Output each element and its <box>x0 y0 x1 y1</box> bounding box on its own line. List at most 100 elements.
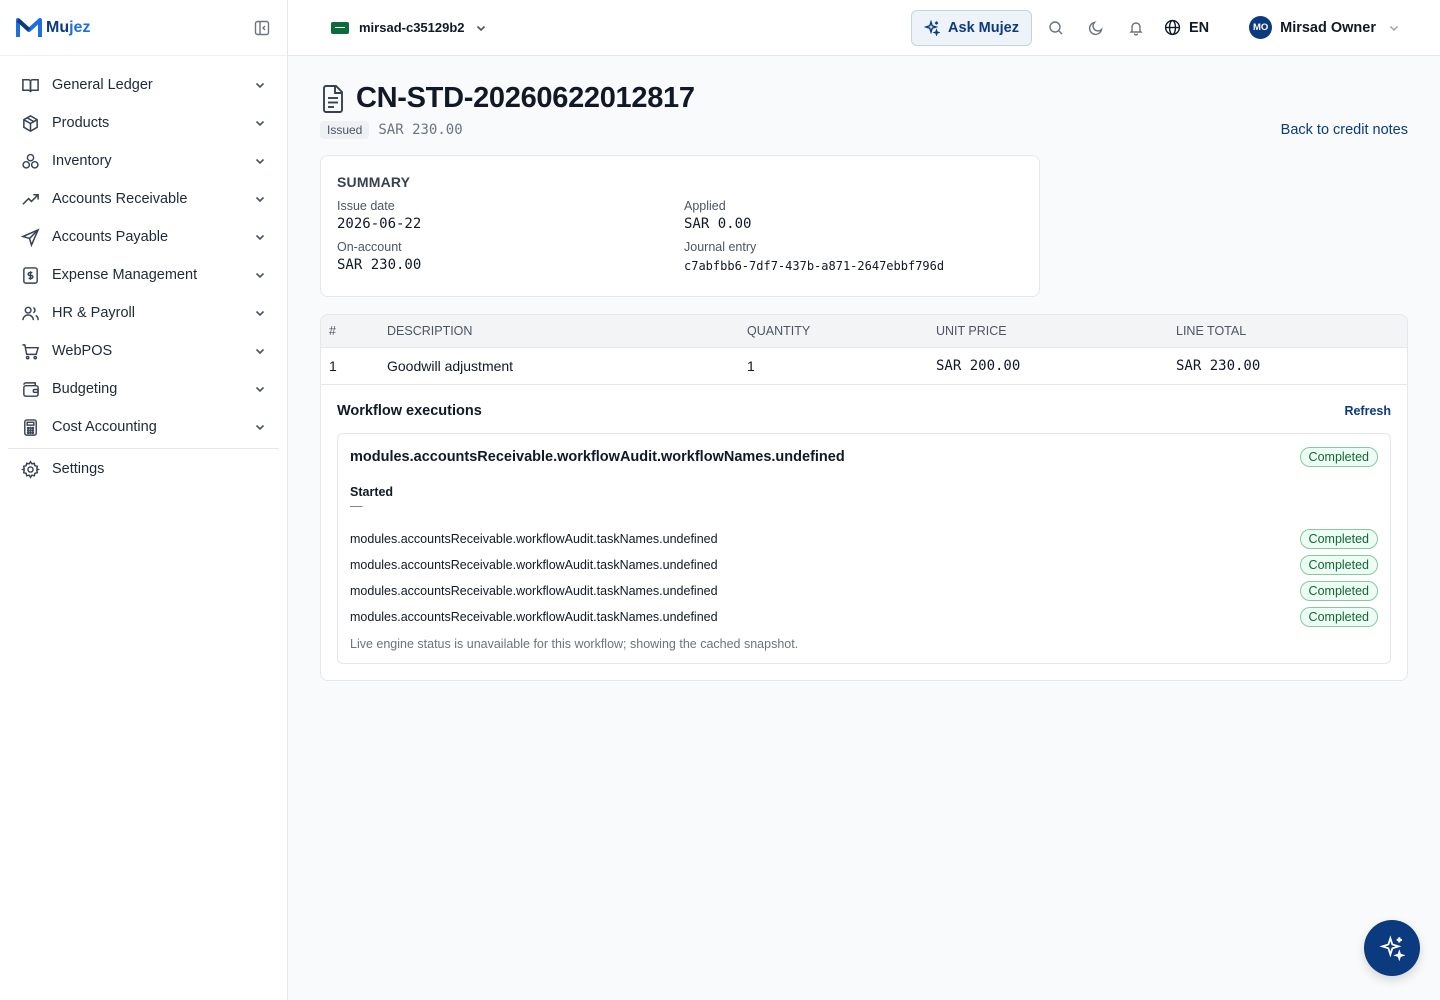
line-items-table: # Description Quantity Unit price Line t… <box>320 314 1408 384</box>
status-badge: Completed <box>1299 529 1378 549</box>
topbar-actions: Ask Mujez EN MO Mirsad Owner <box>911 0 1440 56</box>
sidebar-item-hr-payroll[interactable]: HR & Payroll <box>0 294 287 332</box>
status-badge: Completed <box>1299 607 1378 627</box>
chevron-down-icon <box>253 192 267 206</box>
sidebar-item-cost-accounting[interactable]: Cost Accounting <box>0 408 287 446</box>
sparkles-icon <box>1379 935 1405 961</box>
header-amount: SAR 230.00 <box>378 122 463 138</box>
sidebar-item-accounts-receivable[interactable]: Accounts Receivable <box>0 180 287 218</box>
sidebar-item-expense-management[interactable]: Expense Management <box>0 256 287 294</box>
brand-name[interactable]: Mujez <box>46 19 90 37</box>
chevron-down-icon <box>1388 22 1400 34</box>
cell-line-number: 1 <box>329 357 337 374</box>
chevron-down-icon <box>253 382 267 396</box>
sparkles-icon <box>924 19 941 36</box>
ask-mujez-button[interactable]: Ask Mujez <box>911 9 1032 46</box>
user-name: Mirsad Owner <box>1280 19 1376 36</box>
sidebar-item-label: Products <box>52 115 110 131</box>
field-label: Issue date <box>337 199 395 213</box>
sidebar-item-label: HR & Payroll <box>52 305 135 321</box>
mujez-logo-icon[interactable] <box>16 16 42 40</box>
summary-card: Summary Issue date 2026-06-22 Applied SA… <box>320 155 1040 297</box>
cart-icon <box>20 341 40 361</box>
task-name: modules.accountsReceivable.workflowAudit… <box>350 532 718 546</box>
chevron-down-icon <box>253 154 267 168</box>
search-icon[interactable] <box>1036 10 1076 46</box>
trending-up-icon <box>20 189 40 209</box>
column-header: # <box>321 315 379 348</box>
started-value: — <box>350 499 363 513</box>
chevron-down-icon <box>253 344 267 358</box>
sidebar: Mujez General Ledger Products Inventory … <box>0 0 288 1000</box>
status-badge: Completed <box>1299 581 1378 601</box>
back-to-credit-notes-link[interactable]: Back to credit notes <box>1281 122 1408 138</box>
user-menu[interactable]: MO Mirsad Owner <box>1249 16 1400 39</box>
bell-icon[interactable] <box>1116 10 1156 46</box>
language-label: EN <box>1188 19 1210 36</box>
refresh-button[interactable]: Refresh <box>1344 404 1391 418</box>
sidebar-item-accounts-payable[interactable]: Accounts Payable <box>0 218 287 256</box>
task-list: modules.accountsReceivable.workflowAudit… <box>350 526 1378 630</box>
task-name: modules.accountsReceivable.workflowAudit… <box>350 610 718 624</box>
cell-unit-price: SAR 200.00 <box>936 357 1021 374</box>
ask-mujez-label: Ask Mujez <box>948 19 1019 36</box>
chevron-down-icon <box>253 306 267 320</box>
status-badge: Completed <box>1299 555 1378 575</box>
sidebar-nav: General Ledger Products Inventory Accoun… <box>0 56 287 488</box>
language-switcher[interactable]: EN <box>1164 19 1209 36</box>
workflow-executions-card: Workflow executions Refresh modules.acco… <box>320 384 1408 681</box>
tenant-switcher[interactable]: mirsad-c35129b2 <box>331 20 487 35</box>
sidebar-divider <box>8 448 279 449</box>
cell-quantity: 1 <box>747 357 755 374</box>
sidebar-item-label: Inventory <box>52 153 112 169</box>
ask-mujez-fab-button[interactable] <box>1364 920 1420 976</box>
workflow-note: Live engine status is unavailable for th… <box>350 637 799 651</box>
field-label: Journal entry <box>684 240 757 254</box>
task-item: modules.accountsReceivable.workflowAudit… <box>350 604 1378 630</box>
task-name: modules.accountsReceivable.workflowAudit… <box>350 584 718 598</box>
column-header: Quantity <box>739 315 928 348</box>
column-header: Description <box>379 315 739 348</box>
moon-icon[interactable] <box>1076 10 1116 46</box>
page-title: CN-STD-20260622012817 <box>356 82 695 114</box>
top-bar: mirsad-c35129b2 Ask Mujez EN MO Mirsad O… <box>288 0 1440 56</box>
sidebar-item-label: Accounts Payable <box>52 229 169 245</box>
sidebar-item-label: Settings <box>52 461 105 477</box>
field-value: c7abfbb6-7df7-437b-a871-2647ebbf796d <box>684 259 945 273</box>
field-label: Applied <box>684 199 726 213</box>
workflow-execution-item: modules.accountsReceivable.workflowAudit… <box>337 433 1391 664</box>
field-value: SAR 0.00 <box>684 216 752 232</box>
main-content: CN-STD-20260622012817 Issued SAR 230.00 … <box>320 56 1408 681</box>
users-icon <box>20 303 40 323</box>
package-icon <box>20 113 40 133</box>
sidebar-item-label: Accounts Receivable <box>52 191 188 207</box>
sidebar-item-products[interactable]: Products <box>0 104 287 142</box>
page-subheader: Issued SAR 230.00 Back to credit notes <box>320 119 1408 141</box>
book-open-icon <box>20 75 40 95</box>
sidebar-item-inventory[interactable]: Inventory <box>0 142 287 180</box>
workflow-title: Workflow executions <box>337 403 482 419</box>
tenant-name: mirsad-c35129b2 <box>359 20 465 35</box>
task-item: modules.accountsReceivable.workflowAudit… <box>350 526 1378 552</box>
sidebar-item-budgeting[interactable]: Budgeting <box>0 370 287 408</box>
task-name: modules.accountsReceivable.workflowAudit… <box>350 558 718 572</box>
summary-field-journal-entry: Journal entry c7abfbb6-7df7-437b-a871-26… <box>684 240 1023 273</box>
summary-grid: Issue date 2026-06-22 Applied SAR 0.00 O… <box>337 199 1023 273</box>
sidebar-collapse-icon[interactable] <box>253 19 271 37</box>
sidebar-item-webpos[interactable]: WebPOS <box>0 332 287 370</box>
field-value: 2026-06-22 <box>337 216 422 232</box>
summary-field-applied: Applied SAR 0.00 <box>684 199 1023 232</box>
gear-icon <box>20 459 40 479</box>
sidebar-item-label: Cost Accounting <box>52 419 157 435</box>
sidebar-item-settings[interactable]: Settings <box>0 450 287 488</box>
avatar: MO <box>1249 16 1273 39</box>
sidebar-item-label: Budgeting <box>52 381 118 397</box>
globe-icon <box>1164 19 1181 36</box>
page-header: CN-STD-20260622012817 <box>320 82 1408 115</box>
status-badge: Issued <box>320 121 370 139</box>
saudi-flag-icon <box>331 21 349 34</box>
sidebar-item-general-ledger[interactable]: General Ledger <box>0 66 287 104</box>
chevron-down-icon <box>253 78 267 92</box>
summary-heading: Summary <box>337 174 411 190</box>
boxes-icon <box>20 151 40 171</box>
